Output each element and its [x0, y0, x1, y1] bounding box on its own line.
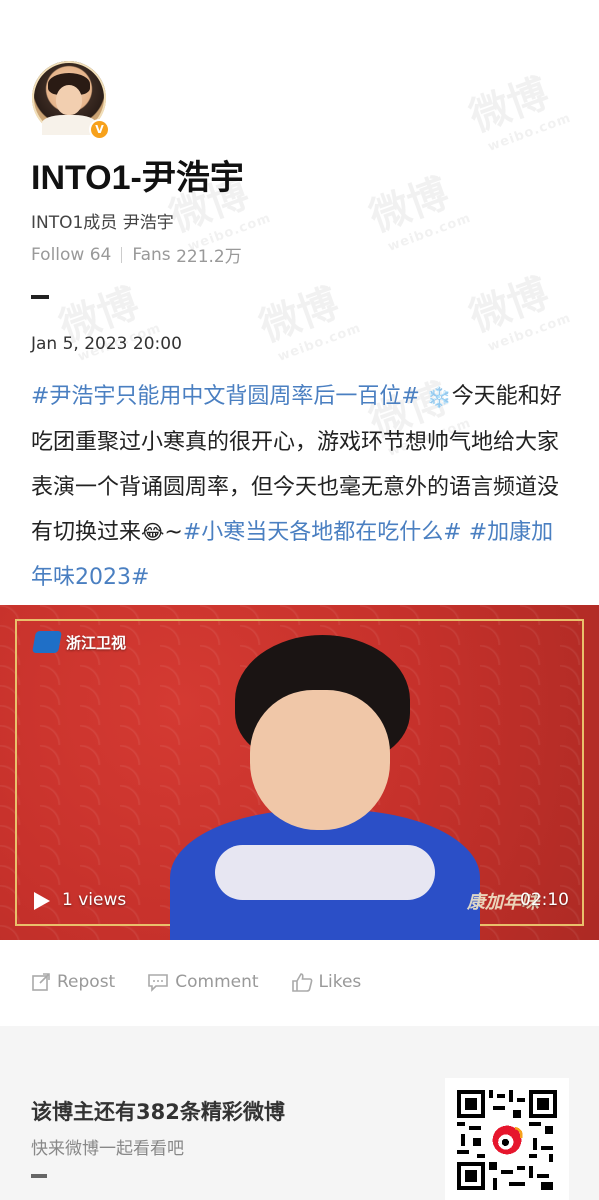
comment-icon	[148, 974, 169, 992]
footer-divider	[31, 1174, 47, 1178]
footer-promo: 该博主还有382条精彩微博 快来微博一起看看吧	[0, 1026, 599, 1200]
fans-count[interactable]: 221.2万	[176, 242, 242, 267]
video-views: 1 views	[62, 890, 127, 910]
like-button[interactable]: Likes	[291, 972, 361, 992]
profile-name[interactable]: INTO1-尹浩宇	[31, 150, 244, 199]
watermark: 微博 weibo.com	[363, 170, 474, 255]
profile-bio: INTO1成员 尹浩宇	[31, 213, 174, 233]
laugh-cry-emoji-icon: 😂	[141, 520, 165, 544]
video-duration: 02:10	[520, 890, 569, 910]
play-icon[interactable]	[34, 892, 50, 910]
watermark: 微博 weibo.com	[463, 270, 574, 355]
video-subject-face	[250, 690, 390, 830]
post-actions: Repost Comment Likes	[31, 972, 393, 992]
like-icon	[291, 973, 312, 992]
profile-stats: Follow 64 Fans 221.2万	[31, 242, 242, 268]
watermark: 微博 weibo.com	[253, 280, 364, 365]
hashtag-link[interactable]: #尹浩宇只能用中文背圆周率后一百位#	[31, 384, 420, 409]
follow-label[interactable]: Follow	[31, 245, 84, 265]
snowflake-icon: ❄️	[426, 384, 452, 409]
post-date: Jan 5, 2023 20:00	[31, 334, 182, 354]
qr-code	[445, 1078, 569, 1200]
repost-button[interactable]: Repost	[31, 972, 115, 992]
footer-subtitle: 快来微博一起看看吧	[31, 1139, 184, 1159]
section-divider	[31, 295, 49, 299]
footer-title: 该博主还有382条精彩微博	[31, 1100, 285, 1124]
follow-count[interactable]: 64	[90, 245, 112, 265]
divider	[121, 246, 123, 263]
post-text: #尹浩宇只能用中文背圆周率后一百位# ❄️今天能和好吃团重聚过小寒真的很开心，游…	[31, 374, 571, 600]
verified-icon: V	[89, 119, 110, 140]
video-player[interactable]: 浙江卫视 1 views 康加年味 02:10	[0, 605, 599, 940]
fans-label[interactable]: Fans	[132, 245, 170, 265]
channel-logo: 浙江卫视	[32, 629, 126, 655]
watermark: 微博 weibo.com	[463, 70, 574, 155]
hashtag-link[interactable]: #小寒当天各地都在吃什么#	[183, 520, 462, 545]
post-tilde: ~	[164, 519, 183, 545]
comment-button[interactable]: Comment	[147, 972, 259, 992]
repost-icon	[32, 973, 50, 991]
